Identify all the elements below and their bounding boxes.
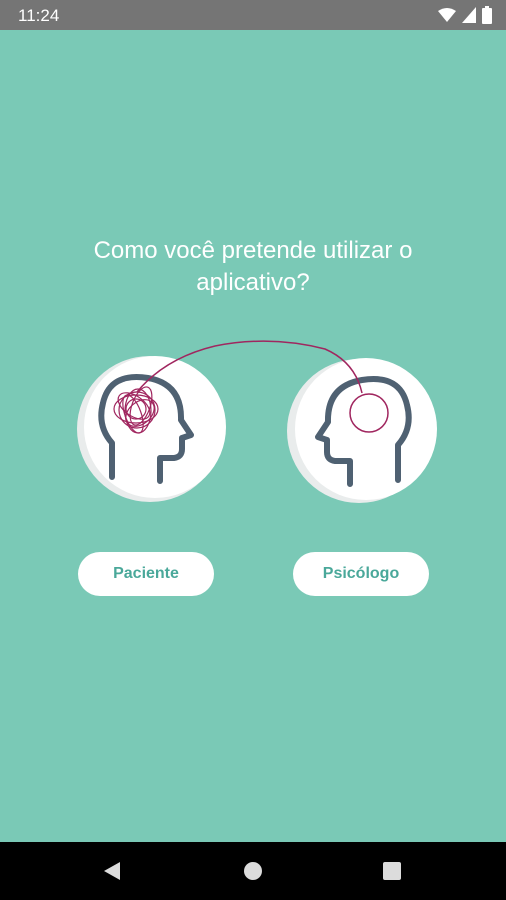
wifi-icon (438, 8, 456, 22)
battery-icon (482, 6, 492, 24)
psicologo-button[interactable]: Psicólogo (293, 552, 429, 596)
navigation-bar (0, 842, 506, 900)
status-time: 11:24 (18, 6, 60, 25)
home-icon[interactable] (243, 861, 263, 881)
status-icons (438, 6, 492, 24)
back-icon[interactable] (100, 860, 122, 882)
psychologist-illustration (287, 358, 437, 503)
status-bar: 11:24 (0, 0, 506, 30)
heads-illustration (77, 340, 437, 503)
recent-apps-icon[interactable] (383, 862, 401, 880)
paciente-button[interactable]: Paciente (78, 552, 214, 596)
onboarding-content: Como você pretende utilizar o aplicativo… (0, 30, 506, 842)
signal-icon (462, 7, 476, 23)
screen: 11:24 Como você pretende utilizar o apli… (0, 0, 506, 900)
